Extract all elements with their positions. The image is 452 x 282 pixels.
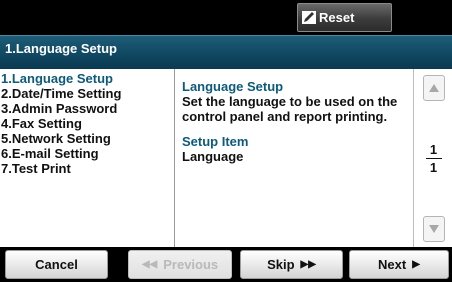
description-panel: Language Setup Set the language to be us… [182, 79, 410, 164]
scroll-up-button[interactable] [423, 75, 445, 101]
skip-button[interactable]: Skip ▶▶ [240, 250, 343, 279]
scroll-column: 1 1 [413, 69, 452, 247]
double-chevron-left-icon: ◀◀ [141, 259, 158, 270]
reset-button-label: Reset [319, 10, 355, 25]
previous-button[interactable]: ◀◀ Previous [128, 250, 232, 279]
previous-button-label: Previous [163, 257, 219, 272]
menu-item-test-print[interactable]: 7.Test Print [0, 161, 174, 176]
scroll-down-button[interactable] [423, 216, 445, 242]
bottom-bar: Cancel ◀◀ Previous Skip ▶▶ Next ▶ [0, 247, 452, 282]
triangle-right-icon: ▶ [412, 259, 420, 270]
menu-item-fax-setting[interactable]: 4.Fax Setting [0, 116, 174, 131]
page-current: 1 [429, 142, 438, 157]
setup-menu-list: 1.Language Setup 2.Date/Time Setting 3.A… [0, 69, 175, 247]
top-bar: Reset [0, 0, 452, 35]
cancel-button[interactable]: Cancel [5, 250, 108, 279]
cancel-button-label: Cancel [35, 257, 78, 272]
triangle-up-icon [429, 79, 439, 97]
next-button[interactable]: Next ▶ [349, 250, 449, 279]
description-text-line: control panel and report printing. [182, 109, 388, 124]
triangle-down-icon [429, 220, 439, 238]
description-text-line: Set the language to be used on the [182, 94, 398, 109]
menu-item-date-time-setting[interactable]: 2.Date/Time Setting [0, 86, 174, 101]
page-indicator: 1 1 [414, 142, 452, 175]
double-chevron-right-icon: ▶▶ [300, 259, 316, 270]
setup-item-heading: Setup Item [182, 134, 249, 149]
menu-item-email-setting[interactable]: 6.E-mail Setting [0, 146, 174, 161]
description-heading: Language Setup [182, 79, 284, 94]
setup-item-value: Language [182, 149, 244, 164]
skip-button-label: Skip [267, 257, 295, 272]
menu-item-language-setup[interactable]: 1.Language Setup [0, 71, 174, 86]
menu-item-network-setting[interactable]: 5.Network Setting [0, 131, 174, 146]
main-content: 1.Language Setup 2.Date/Time Setting 3.A… [0, 69, 452, 247]
menu-item-admin-password[interactable]: 3.Admin Password [0, 101, 174, 116]
next-button-label: Next [378, 257, 407, 272]
page-title: 1.Language Setup [5, 41, 117, 56]
page-divider [425, 158, 442, 159]
reset-pencil-icon [302, 11, 316, 24]
title-bar: 1.Language Setup [0, 35, 452, 69]
reset-button[interactable]: Reset [297, 3, 392, 32]
page-total: 1 [429, 160, 438, 175]
